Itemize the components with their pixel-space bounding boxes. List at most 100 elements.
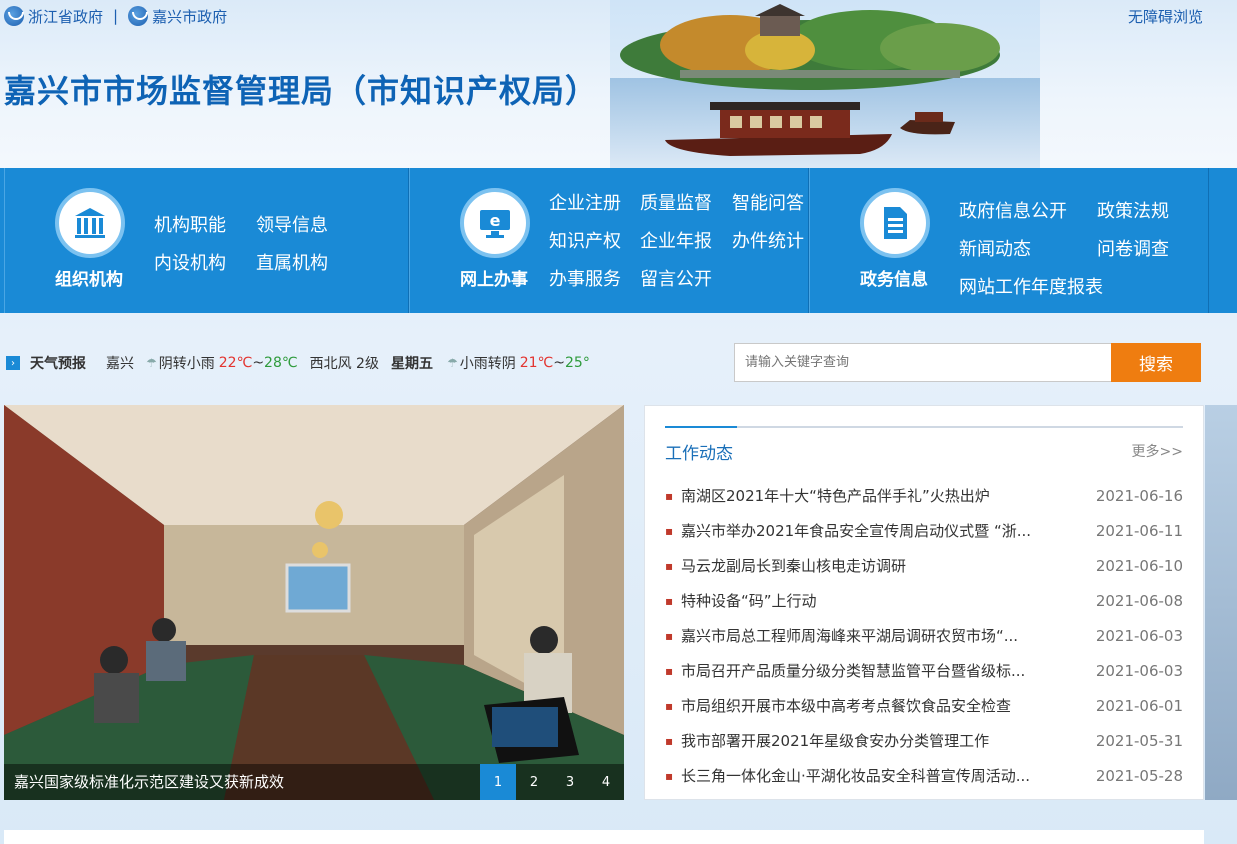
- nav-group-organization: 组织机构 机构职能 领导信息 内设机构 直属机构: [4, 168, 409, 313]
- bullet-icon: ▪: [665, 523, 674, 538]
- news-more-link[interactable]: 更多>>: [1132, 441, 1183, 461]
- bullet-icon: ▪: [665, 663, 674, 678]
- nav-group-name[interactable]: 政务信息: [860, 265, 928, 290]
- news-item-date: 2021-06-10: [1095, 556, 1183, 575]
- list-item[interactable]: ▪ 嘉兴市局总工程师周海峰来平湖局调研农贸市场“... 2021-06-03: [665, 618, 1183, 653]
- nav-link-leaders[interactable]: 领导信息: [256, 211, 328, 237]
- carousel-caption[interactable]: 嘉兴国家级标准化示范区建设又获新成效: [14, 771, 284, 792]
- document-icon[interactable]: [860, 188, 930, 258]
- nav-link-internal[interactable]: 内设机构: [154, 249, 226, 275]
- nav-group-name[interactable]: 组织机构: [55, 265, 123, 290]
- weather-today-high: 28℃: [264, 355, 298, 371]
- carousel-page-2[interactable]: 2: [516, 764, 552, 800]
- bullet-icon: ▪: [665, 698, 674, 713]
- news-tab-underline: [665, 426, 1183, 428]
- news-item-title[interactable]: 南湖区2021年十大“特色产品伴手礼”火热出炉: [681, 485, 1095, 506]
- banner-lake-image: [610, 0, 1040, 168]
- news-item-date: 2021-05-31: [1095, 731, 1183, 750]
- bullet-icon: ▪: [665, 733, 674, 748]
- bullet-icon: ▪: [665, 768, 674, 783]
- list-item[interactable]: ▪ 我市部署开展2021年星级食安办分类管理工作 2021-05-31: [665, 723, 1183, 758]
- weather-today-desc: 阴转小雨: [158, 356, 215, 372]
- list-item[interactable]: ▪ 市局组织开展市本级中高考考点餐饮食品安全检查 2021-06-01: [665, 688, 1183, 723]
- news-item-date: 2021-06-16: [1095, 486, 1183, 505]
- list-item[interactable]: ▪ 市局召开产品质量分级分类智慧监管平台暨省级标... 2021-06-03: [665, 653, 1183, 688]
- nav-link-statistics[interactable]: 办件统计: [732, 227, 804, 253]
- nav-link-register[interactable]: 企业注册: [549, 189, 621, 215]
- nav-link-function[interactable]: 机构职能: [154, 211, 226, 237]
- gov-logo-icon: [4, 6, 24, 26]
- carousel-page-4[interactable]: 4: [588, 764, 624, 800]
- news-item-title[interactable]: 嘉兴市举办2021年食品安全宣传周启动仪式暨 “浙...: [681, 520, 1095, 541]
- news-item-title[interactable]: 嘉兴市局总工程师周海峰来平湖局调研农贸市场“...: [681, 625, 1095, 646]
- nav-link-policy[interactable]: 政策法规: [1097, 197, 1169, 223]
- nav-link-survey[interactable]: 问卷调查: [1097, 235, 1169, 261]
- list-item[interactable]: ▪ 特种设备“码”上行动 2021-06-08: [665, 583, 1183, 618]
- gov-logo-icon: [128, 6, 149, 26]
- bullet-icon: ▪: [665, 558, 674, 573]
- rain-cloud-icon: ☂: [446, 356, 458, 370]
- weather-next-sep: ~: [553, 355, 565, 371]
- main-nav: 组织机构 机构职能 领导信息 内设机构 直属机构 e 网上办事 企业注册 质量监…: [0, 168, 1237, 313]
- news-item-title[interactable]: 市局召开产品质量分级分类智慧监管平台暨省级标...: [681, 660, 1095, 681]
- search-button[interactable]: 搜索: [1111, 343, 1201, 382]
- news-panel-title[interactable]: 工作动态: [665, 439, 733, 464]
- nav-link-news[interactable]: 新闻动态: [959, 235, 1031, 261]
- list-item[interactable]: ▪ 嘉兴市举办2021年食品安全宣传周启动仪式暨 “浙... 2021-06-1…: [665, 513, 1183, 548]
- news-item-date: 2021-06-03: [1095, 661, 1183, 680]
- news-item-title[interactable]: 我市部署开展2021年星级食安办分类管理工作: [681, 730, 1095, 751]
- list-item[interactable]: ▪ 马云龙副局长到秦山核电走访调研 2021-06-10: [665, 548, 1183, 583]
- nav-link-annual-report[interactable]: 企业年报: [640, 227, 712, 253]
- nav-link-affiliated[interactable]: 直属机构: [256, 249, 328, 275]
- link-label: 嘉兴市政府: [152, 7, 228, 26]
- search-input[interactable]: [734, 343, 1112, 382]
- online-service-icon[interactable]: e: [460, 188, 530, 258]
- nav-group-gov-info: 政务信息 政府信息公开 政策法规 新闻动态 问卷调查 网站工作年度报表: [809, 168, 1209, 313]
- nav-group-name[interactable]: 网上办事: [460, 265, 528, 290]
- news-item-title[interactable]: 市局组织开展市本级中高考考点餐饮食品安全检查: [681, 695, 1095, 716]
- next-section-edge: [4, 830, 1204, 844]
- news-item-title[interactable]: 马云龙副局长到秦山核电走访调研: [681, 555, 1095, 576]
- bullet-icon: ▪: [665, 488, 674, 503]
- svg-text:e: e: [490, 211, 501, 230]
- news-item-date: 2021-06-01: [1095, 696, 1183, 715]
- weather-label: 天气预报: [30, 356, 86, 372]
- nav-link-annual-site-report[interactable]: 网站工作年度报表: [959, 273, 1103, 299]
- weather-weekday: 星期五: [390, 356, 433, 372]
- accessible-browse-link[interactable]: 无障碍浏览: [1128, 6, 1203, 27]
- site-title: 嘉兴市市场监督管理局（市知识产权局）: [4, 72, 599, 110]
- link-separator: |: [113, 7, 119, 25]
- weather-bar: › 天气预报 嘉兴 ☂ 阴转小雨 22℃ ~ 28℃ 西北风 2级 星期五 ☂ …: [6, 352, 590, 374]
- list-item[interactable]: ▪ 长三角一体化金山·平湖化妆品安全科普宣传周活动... 2021-05-28: [665, 758, 1183, 793]
- nav-group-online-service: e 网上办事 企业注册 质量监督 智能问答 知识产权 企业年报 办件统计 办事服…: [409, 168, 809, 313]
- link-zhejiang-gov[interactable]: 浙江省政府: [4, 6, 103, 27]
- weather-next-low: 21℃: [519, 355, 554, 371]
- list-item[interactable]: ▪ 南湖区2021年十大“特色产品伴手礼”火热出炉 2021-06-16: [665, 478, 1183, 513]
- carousel-page-1[interactable]: 1: [480, 764, 516, 800]
- building-icon[interactable]: [55, 188, 125, 258]
- nav-link-info-disclosure[interactable]: 政府信息公开: [959, 197, 1067, 223]
- nav-link-services[interactable]: 办事服务: [549, 265, 621, 291]
- news-item-title[interactable]: 特种设备“码”上行动: [681, 590, 1095, 611]
- news-list: ▪ 南湖区2021年十大“特色产品伴手礼”火热出炉 2021-06-16 ▪ 嘉…: [665, 478, 1183, 793]
- chevron-right-icon: ›: [6, 356, 20, 370]
- nav-link-ip[interactable]: 知识产权: [549, 227, 621, 253]
- news-carousel[interactable]: 嘉兴国家级标准化示范区建设又获新成效 1 2 3 4: [4, 405, 624, 800]
- carousel-pager: 1 2 3 4: [480, 764, 624, 800]
- carousel-page-3[interactable]: 3: [552, 764, 588, 800]
- weather-city: 嘉兴: [106, 356, 134, 372]
- rain-cloud-icon: ☂: [146, 356, 157, 370]
- work-news-panel: 工作动态 更多>> ▪ 南湖区2021年十大“特色产品伴手礼”火热出炉 2021…: [644, 405, 1204, 800]
- top-links: 浙江省政府 | 嘉兴市政府: [4, 4, 227, 28]
- weather-next-high: 25°: [565, 355, 590, 371]
- nav-link-messages[interactable]: 留言公开: [640, 265, 712, 291]
- weather-wind: 西北风 2级: [309, 356, 379, 372]
- news-item-date: 2021-06-08: [1095, 591, 1183, 610]
- news-item-date: 2021-05-28: [1095, 766, 1183, 785]
- news-item-title[interactable]: 长三角一体化金山·平湖化妆品安全科普宣传周活动...: [681, 765, 1095, 786]
- link-jiaxing-gov[interactable]: 嘉兴市政府: [128, 6, 227, 27]
- background-decoration: [1205, 405, 1237, 800]
- nav-link-quality[interactable]: 质量监督: [640, 189, 712, 215]
- news-item-date: 2021-06-03: [1095, 626, 1183, 645]
- nav-link-smart-qa[interactable]: 智能问答: [732, 189, 804, 215]
